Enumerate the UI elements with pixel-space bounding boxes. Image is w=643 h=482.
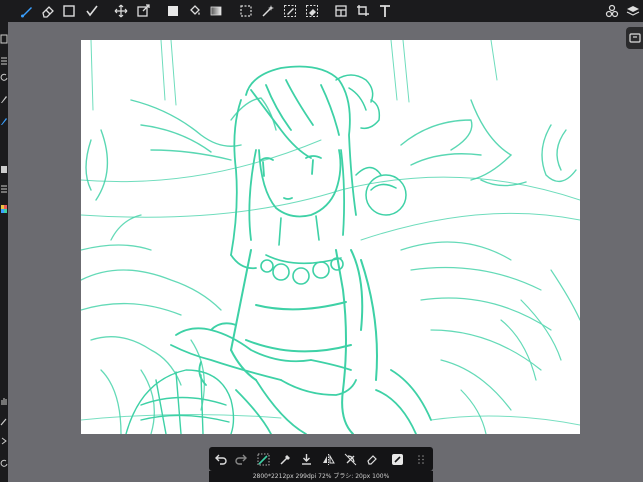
redo-icon[interactable] [233, 451, 249, 467]
list-icon[interactable] [0, 184, 8, 196]
move-icon[interactable] [112, 2, 130, 20]
rectangle-icon[interactable] [60, 2, 78, 20]
panel-icon[interactable] [332, 2, 350, 20]
arrow-icon[interactable] [0, 436, 8, 448]
rotate-icon[interactable] [0, 72, 8, 84]
menu-icon[interactable] [0, 56, 8, 68]
hand-icon[interactable] [0, 396, 8, 408]
new-layer-icon[interactable] [0, 164, 8, 176]
layer-panel-icon[interactable] [0, 34, 8, 46]
layers-icon[interactable] [624, 2, 642, 20]
pen-icon[interactable] [0, 94, 8, 106]
undo-small-icon[interactable] [0, 458, 8, 470]
status-bar: 2800*2212px 299dpi 72% ブラシ: 20px 100% [209, 471, 433, 482]
bucket-icon[interactable] [186, 2, 204, 20]
transform-icon[interactable] [134, 2, 152, 20]
grid-icon[interactable] [413, 451, 429, 467]
gradient-icon[interactable] [207, 2, 225, 20]
select-eraser-icon[interactable] [303, 2, 321, 20]
palette-icon[interactable] [0, 204, 8, 216]
text-icon[interactable] [376, 2, 394, 20]
eyedropper-icon[interactable] [277, 451, 293, 467]
edit-icon[interactable] [389, 451, 405, 467]
top-toolbar [0, 0, 643, 22]
bottom-toolbar [209, 447, 433, 471]
transform-selection-icon[interactable] [255, 451, 271, 467]
magic-wand-icon[interactable] [259, 2, 277, 20]
eraser-icon[interactable] [39, 2, 57, 20]
sketch-artwork [81, 40, 580, 434]
crop-icon[interactable] [354, 2, 372, 20]
materials-icon[interactable] [603, 2, 621, 20]
panel-toggle-button[interactable] [626, 27, 643, 49]
eraser-toggle-icon[interactable] [364, 451, 380, 467]
flip-icon[interactable] [320, 451, 336, 467]
check-icon[interactable] [83, 2, 101, 20]
select-pen-icon[interactable] [281, 2, 299, 20]
eyedrop-small-icon[interactable] [0, 416, 8, 428]
undo-icon[interactable] [212, 451, 228, 467]
panel-toggle-icon [628, 33, 641, 43]
color-swatch-icon[interactable] [164, 2, 182, 20]
drawing-canvas[interactable] [81, 40, 580, 434]
left-sidebar [0, 22, 8, 482]
snap-off-icon[interactable] [342, 451, 358, 467]
brush-icon[interactable] [18, 2, 36, 20]
marquee-icon[interactable] [237, 2, 255, 20]
download-icon[interactable] [298, 451, 314, 467]
brush-active-icon[interactable] [0, 116, 8, 128]
